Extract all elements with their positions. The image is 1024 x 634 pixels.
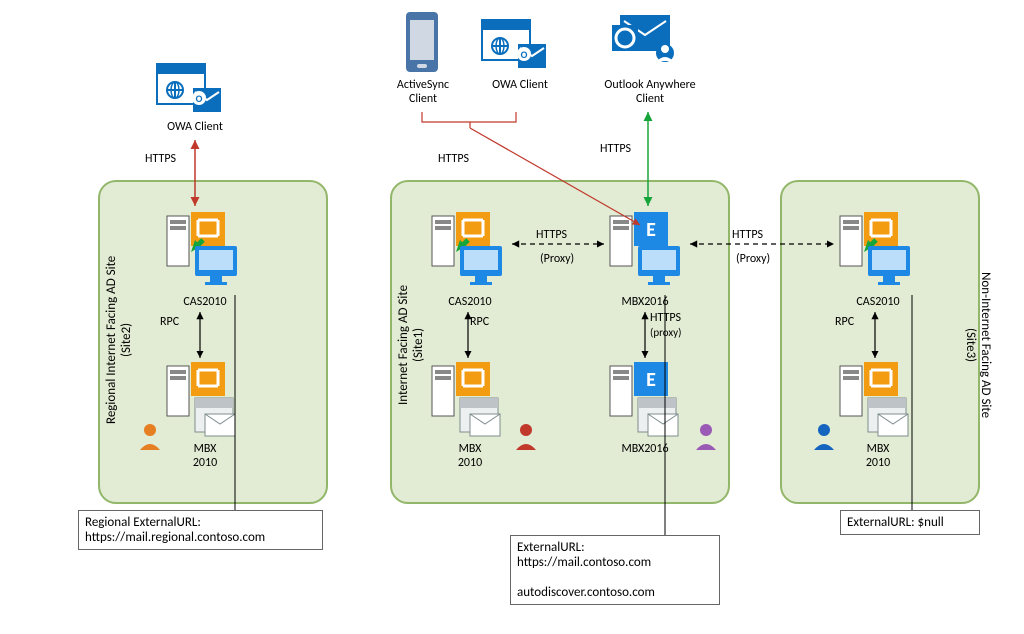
site2-label: Regional Internet Facing AD Site (Site2): [104, 210, 134, 470]
https-label-vert: HTTPS: [650, 311, 681, 325]
activesync-label: ActiveSync Client: [388, 78, 458, 106]
site1-mbx2016-top-label: MBX2016: [615, 295, 675, 309]
site3-cas2010-label: CAS2010: [848, 295, 908, 309]
https-label-left: HTTPS: [145, 152, 176, 166]
site1-mbx2010-icon: [430, 360, 510, 440]
callout-central: ExternalURL: https://mail.contoso.com au…: [510, 535, 720, 605]
owa-client-left-icon: O: [155, 62, 225, 117]
site3-cas2010-icon: [838, 210, 918, 290]
rpc-label-site2: RPC: [160, 315, 179, 329]
svg-text:O: O: [196, 92, 203, 105]
site2-sub: (Site2): [119, 323, 134, 357]
site1-label: Internet Facing AD Site (Site1): [396, 230, 426, 460]
https-label-proxy2: HTTPS: [732, 228, 763, 242]
site2-cas2010-label: CAS2010: [175, 295, 235, 309]
site1-title: Internet Facing AD Site: [396, 285, 411, 405]
svg-text:O: O: [521, 48, 528, 61]
https-label-mid: HTTPS: [438, 152, 469, 166]
owa-client-top-label: OWA Client: [485, 78, 555, 92]
site1-cas2010-icon: [430, 210, 510, 290]
rpc-label-site3: RPC: [835, 315, 854, 329]
proxy-label-1: (Proxy): [540, 252, 574, 266]
site3-sub: (Site3): [963, 328, 978, 362]
site3-user-icon: [810, 420, 838, 452]
owa-client-top-icon: O: [480, 18, 550, 73]
site1-mbx2016-bot-label: MBX2016: [615, 442, 675, 456]
site1-cas2010-label: CAS2010: [440, 295, 500, 309]
site3-label: Non-Internet Facing AD Site (Site3): [963, 225, 993, 465]
site2-title: Regional Internet Facing AD Site: [104, 256, 119, 424]
site2-mbx2010-icon: [165, 360, 245, 440]
svg-text:E: E: [646, 368, 656, 392]
site3-mbx2010-label: MBX 2010: [848, 442, 908, 470]
site1-mbx2016-top-icon: E: [608, 210, 688, 290]
proxy-label-vert: (proxy): [650, 326, 681, 339]
callout-right: ExternalURL: $null: [840, 510, 980, 535]
outlook-anywhere-icon: [610, 5, 680, 70]
site1-sub: (Site1): [411, 328, 426, 362]
outlook-anywhere-label: Outlook Anywhere Client: [595, 78, 705, 106]
site1-mbx2016-bot-icon: E: [608, 360, 688, 440]
site2-user-icon: [136, 420, 164, 452]
site1-user-purple-icon: [692, 420, 720, 452]
site1-mbx2010-label: MBX 2010: [440, 442, 500, 470]
proxy-label-2: (Proxy): [736, 252, 770, 266]
https-label-proxy1: HTTPS: [536, 228, 567, 242]
site3-mbx2010-icon: [838, 360, 918, 440]
callout-regional: Regional ExternalURL: https://mail.regio…: [78, 510, 323, 550]
activesync-icon: [402, 8, 442, 76]
https-label-green: HTTPS: [600, 142, 631, 156]
site1-user-red-icon: [512, 420, 540, 452]
svg-text:E: E: [646, 218, 656, 242]
rpc-label-site1: RPC: [470, 315, 489, 329]
site2-mbx2010-label: MBX 2010: [175, 442, 235, 470]
site3-title: Non-Internet Facing AD Site: [978, 272, 993, 418]
site2-cas2010-icon: [165, 210, 245, 290]
owa-client-left-label: OWA Client: [155, 120, 235, 134]
